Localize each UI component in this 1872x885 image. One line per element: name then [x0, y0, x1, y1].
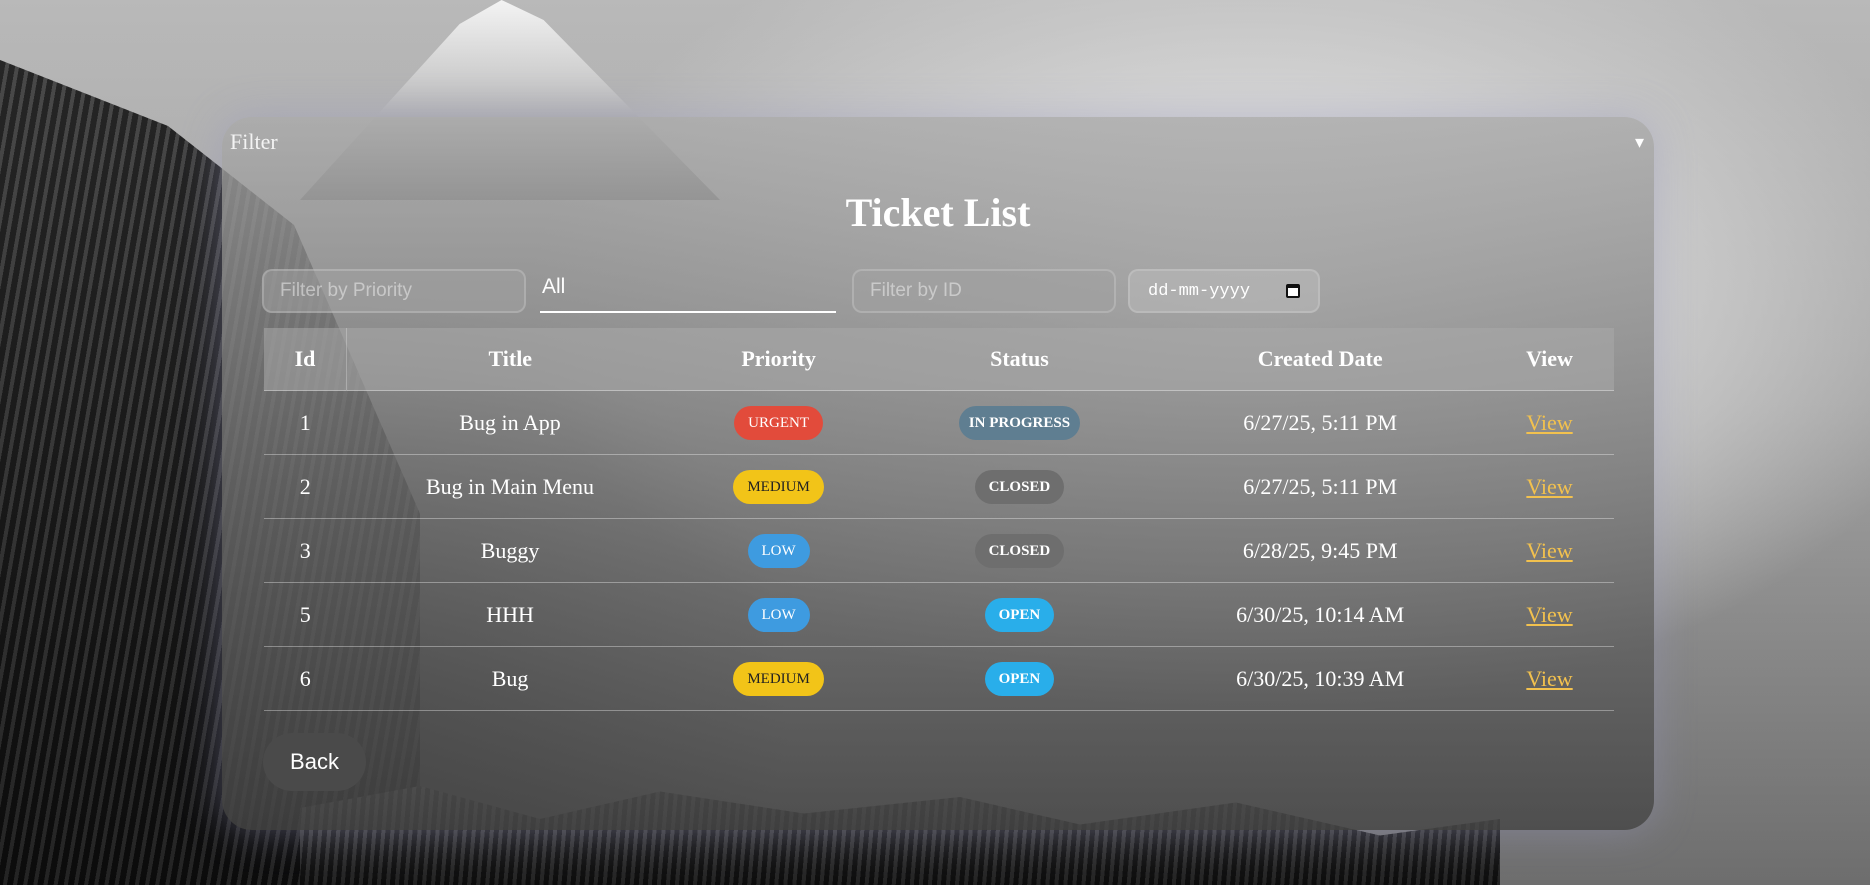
- priority-badge: MEDIUM: [733, 469, 824, 504]
- back-button[interactable]: Back: [263, 733, 366, 791]
- table-row: 6 Bug MEDIUM OPEN 6/30/25, 10:39 AM View: [264, 646, 1614, 711]
- table-header-row: Id Title Priority Status Created Date Vi…: [264, 328, 1614, 391]
- cell-title: Bug: [346, 646, 674, 711]
- view-link[interactable]: View: [1526, 410, 1572, 435]
- table-row: 2 Bug in Main Menu MEDIUM CLOSED 6/27/25…: [264, 454, 1614, 519]
- cell-title: Bug in App: [346, 390, 674, 455]
- date-filter-input[interactable]: dd-mm-yyyy: [1128, 269, 1320, 313]
- header-status: Status: [990, 346, 1049, 371]
- view-link[interactable]: View: [1526, 538, 1572, 563]
- priority-badge: URGENT: [734, 405, 823, 440]
- priority-badge: MEDIUM: [733, 661, 824, 696]
- status-filter-select[interactable]: All: [540, 269, 836, 313]
- cell-created-date: 6/30/25, 10:39 AM: [1155, 646, 1486, 711]
- calendar-icon[interactable]: [1286, 284, 1300, 298]
- cell-id: 2: [264, 454, 347, 519]
- table-row: 3 Buggy LOW CLOSED 6/28/25, 9:45 PM View: [264, 518, 1614, 583]
- view-link[interactable]: View: [1526, 474, 1572, 499]
- cell-id: 6: [264, 646, 347, 711]
- page-title: Ticket List: [845, 190, 1031, 235]
- ticket-table: Id Title Priority Status Created Date Vi…: [264, 328, 1614, 711]
- cell-created-date: 6/27/25, 5:11 PM: [1155, 454, 1486, 519]
- status-badge: OPEN: [984, 597, 1055, 632]
- view-link[interactable]: View: [1526, 602, 1572, 627]
- priority-filter-input[interactable]: [262, 269, 526, 313]
- cell-id: 1: [264, 390, 347, 455]
- table-row: 5 HHH LOW OPEN 6/30/25, 10:14 AM View: [264, 582, 1614, 647]
- header-view: View: [1526, 346, 1573, 371]
- chevron-down-icon[interactable]: ▾: [1635, 132, 1644, 153]
- header-title: Title: [488, 346, 533, 371]
- cell-created-date: 6/30/25, 10:14 AM: [1155, 582, 1486, 647]
- cell-title: HHH: [346, 582, 674, 647]
- id-filter-input[interactable]: [852, 269, 1116, 313]
- header-priority: Priority: [741, 346, 816, 371]
- cell-title: Buggy: [346, 518, 674, 583]
- priority-badge: LOW: [747, 597, 810, 632]
- view-link[interactable]: View: [1526, 666, 1572, 691]
- status-badge: CLOSED: [974, 469, 1065, 504]
- status-badge: OPEN: [984, 661, 1055, 696]
- filter-bar[interactable]: Filter ▾: [230, 127, 1646, 157]
- cell-created-date: 6/28/25, 9:45 PM: [1155, 518, 1486, 583]
- status-badge: IN PROGRESS: [958, 405, 1081, 440]
- cell-created-date: 6/27/25, 5:11 PM: [1155, 390, 1486, 455]
- cell-id: 3: [264, 518, 347, 583]
- date-placeholder: dd-mm-yyyy: [1148, 281, 1251, 301]
- cell-id: 5: [264, 582, 347, 647]
- status-badge: CLOSED: [974, 533, 1065, 568]
- header-created-date: Created Date: [1257, 346, 1383, 371]
- filter-label: Filter: [230, 129, 278, 154]
- cell-title: Bug in Main Menu: [346, 454, 674, 519]
- table-row: 1 Bug in App URGENT IN PROGRESS 6/27/25,…: [264, 390, 1614, 455]
- ticket-list-card: Filter ▾ Ticket List All dd-mm-yyyy Id T…: [222, 117, 1654, 830]
- status-filter-value: All: [542, 275, 566, 298]
- header-id: Id: [264, 328, 347, 391]
- priority-badge: LOW: [747, 533, 810, 568]
